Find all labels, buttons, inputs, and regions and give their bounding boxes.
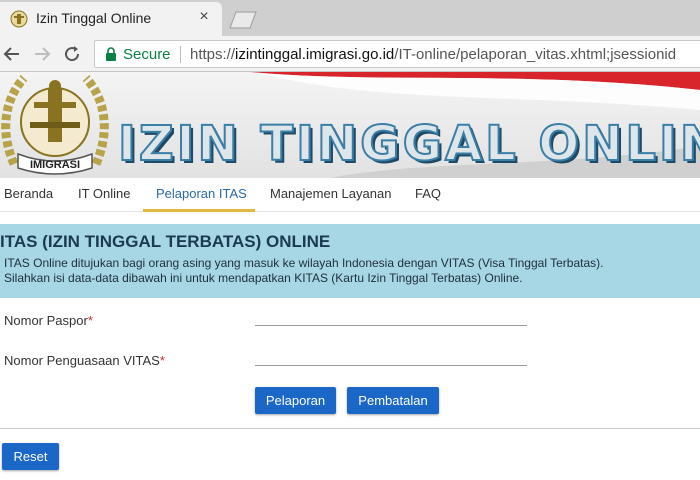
vitas-label: Nomor Penguasaan VITAS* bbox=[4, 353, 165, 368]
seal-text: IMIGRASI bbox=[30, 159, 80, 171]
pelaporan-button[interactable]: Pelaporan bbox=[255, 387, 336, 414]
tab-close-icon[interactable]: × bbox=[196, 8, 212, 26]
nav-item-beranda[interactable]: Beranda bbox=[4, 186, 53, 201]
banner-title: IZIN TINGGAL ONLINE bbox=[117, 115, 700, 173]
browser-tabstrip: Izin Tinggal Online × bbox=[0, 0, 700, 36]
required-marker: * bbox=[159, 353, 165, 368]
page-title: ITAS (IZIN TINGGAL TERBATAS) ONLINE bbox=[0, 232, 331, 251]
imigrasi-seal-logo-icon: IMIGRASI bbox=[1, 74, 109, 175]
info-panel: ITAS (IZIN TINGGAL TERBATAS) ONLINE ITAS… bbox=[0, 224, 700, 298]
browser-toolbar: Secure https://izintinggal.imigrasi.go.i… bbox=[0, 36, 700, 72]
tab-title: Izin Tinggal Online bbox=[36, 10, 152, 26]
vitas-label-text: Nomor Penguasaan VITAS bbox=[4, 353, 160, 368]
form-divider bbox=[0, 428, 700, 429]
lock-icon bbox=[106, 47, 116, 61]
url-path: /IT-online/pelaporan_vitas.xhtml;jsessio… bbox=[394, 46, 677, 63]
address-bar[interactable]: Secure https://izintinggal.imigrasi.go.i… bbox=[94, 40, 700, 68]
required-marker: * bbox=[87, 313, 93, 328]
back-arrow-icon[interactable] bbox=[2, 44, 22, 64]
imigrasi-favicon-icon bbox=[10, 10, 28, 28]
new-tab-button[interactable] bbox=[226, 10, 260, 30]
reload-icon[interactable] bbox=[62, 44, 82, 64]
reset-button[interactable]: Reset bbox=[2, 443, 59, 470]
main-nav: Beranda IT Online Pelaporan ITAS Manajem… bbox=[0, 178, 700, 212]
nav-item-it-online[interactable]: IT Online bbox=[78, 186, 131, 201]
nav-item-pelaporan-itas[interactable]: Pelaporan ITAS bbox=[156, 186, 247, 201]
url-text[interactable]: https://izintinggal.imigrasi.go.id/IT-on… bbox=[190, 46, 676, 63]
url-host: izintinggal.imigrasi.go.id bbox=[235, 46, 395, 63]
passport-label-text: Nomor Paspor bbox=[4, 313, 88, 328]
pembatalan-button[interactable]: Pembatalan bbox=[347, 387, 439, 414]
passport-label: Nomor Paspor* bbox=[4, 313, 93, 328]
secure-label: Secure bbox=[123, 46, 171, 63]
forward-arrow-icon[interactable] bbox=[32, 44, 52, 64]
site-banner: IMIGRASI IZIN TINGGAL ONLINE bbox=[0, 72, 700, 178]
nav-item-faq[interactable]: FAQ bbox=[415, 186, 441, 201]
info-description-2: Silahkan isi data-data dibawah ini untuk… bbox=[4, 271, 523, 285]
passport-number-input[interactable] bbox=[255, 304, 527, 326]
address-separator bbox=[180, 46, 181, 63]
vitas-number-input[interactable] bbox=[255, 344, 527, 366]
url-scheme: https:// bbox=[190, 46, 236, 63]
nav-item-manajemen-layanan[interactable]: Manajemen Layanan bbox=[270, 186, 391, 201]
info-description-1: ITAS Online ditujukan bagi orang asing y… bbox=[4, 256, 604, 270]
active-nav-underline bbox=[143, 209, 255, 212]
browser-tab[interactable]: Izin Tinggal Online × bbox=[0, 2, 222, 36]
